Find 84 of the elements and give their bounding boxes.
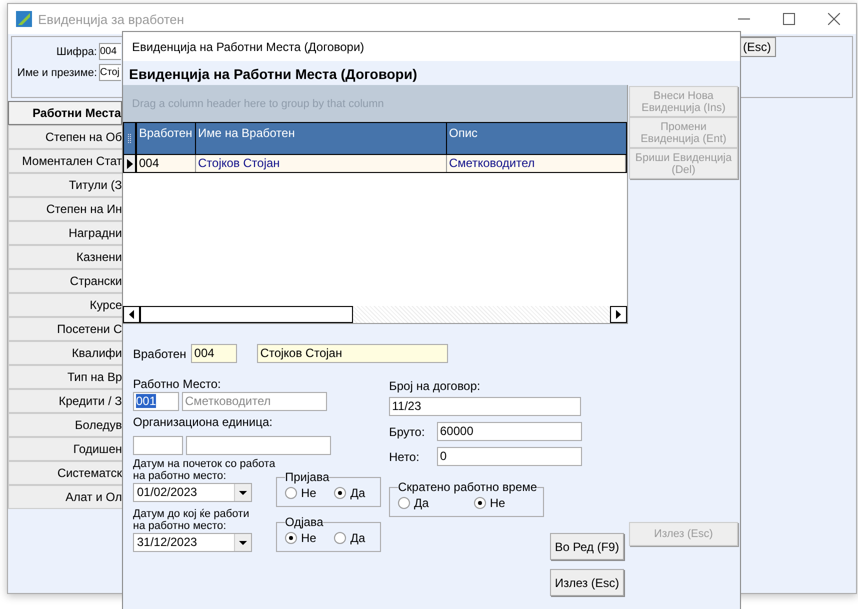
scroll-left-icon[interactable] <box>123 306 140 323</box>
sidebar-button[interactable]: Кредити / З <box>8 389 122 413</box>
radio-option[interactable]: Не <box>474 496 506 510</box>
table-cell: Стојков Стојан <box>196 155 447 172</box>
dialog-title: Евиденција на Работни Места (Договори) <box>123 32 740 61</box>
field-label: Датум на почеток со работа на работно место: <box>133 458 276 482</box>
column-header[interactable]: Вработен <box>137 123 196 154</box>
sidebar-button[interactable]: Степен на Ин <box>8 197 122 221</box>
radio-label: Не <box>301 531 316 545</box>
dialog-heading: Евиденција на Работни Места (Договори) <box>128 65 418 84</box>
sidebar-button[interactable]: Курсе <box>8 293 122 317</box>
radio-label: Да <box>350 486 366 500</box>
sidebar-button[interactable]: Систематск <box>8 461 122 485</box>
group-title: Скратено работно време <box>398 480 538 494</box>
radio-option[interactable]: Не <box>285 531 316 545</box>
radio-label: Не <box>301 486 316 500</box>
radio-label: Да <box>414 496 429 510</box>
radio-button[interactable] <box>285 487 297 499</box>
radio-button[interactable] <box>334 532 346 544</box>
input-field[interactable]: 001 <box>133 392 179 411</box>
sidebar-button[interactable]: Посетени С <box>8 317 122 341</box>
maximize-icon[interactable] <box>783 13 795 25</box>
radio-button[interactable] <box>398 497 410 509</box>
input-field[interactable]: 0 <box>437 447 582 466</box>
radio-option[interactable]: Да <box>398 496 429 510</box>
dropdown-arrow-icon <box>239 490 247 494</box>
field-label: Шифра: <box>56 46 97 58</box>
radio-option[interactable]: Да <box>334 531 366 545</box>
form-button[interactable]: Излез (Esc) <box>550 569 624 596</box>
sidebar-button[interactable]: Титули (З <box>8 173 122 197</box>
sidebar-button[interactable]: Квалифи <box>8 341 122 365</box>
current-row-icon <box>126 158 132 168</box>
date-dropdown[interactable]: 01/02/2023 <box>133 483 252 502</box>
logo-icon <box>16 11 32 27</box>
table-row[interactable]: 004 Стојков Стојан Сметководител <box>123 155 627 173</box>
input-field[interactable]: 004 <box>99 43 121 60</box>
sidebar-button[interactable]: Странски <box>8 269 122 293</box>
date-dropdown[interactable]: 31/12/2023 <box>133 533 252 552</box>
close-icon[interactable] <box>828 13 840 25</box>
input-field[interactable]: Стој <box>99 64 121 81</box>
field-label: Организациона единица: <box>133 415 274 429</box>
input-field[interactable] <box>186 436 331 455</box>
group-title: Одјава <box>285 515 324 529</box>
field-label: Нето: <box>389 450 420 464</box>
radio-button[interactable] <box>474 497 486 509</box>
field-label: Датум до кој ќе работи на работно место: <box>133 508 250 532</box>
form-button[interactable]: Во Ред (F9) <box>550 533 624 560</box>
radio-button[interactable] <box>334 487 346 499</box>
field-label: Вработен <box>133 346 186 360</box>
input-field[interactable]: 004 <box>191 344 238 363</box>
sidebar-button[interactable]: Казнени <box>8 245 122 269</box>
input-field[interactable]: 11/23 <box>389 397 581 416</box>
sidebar-button[interactable]: Моментален Стат <box>8 149 122 173</box>
field-value: 001 <box>136 394 156 408</box>
sidebar-button[interactable]: Тип на Вр <box>8 365 122 389</box>
horizontal-scrollbar[interactable] <box>123 306 627 324</box>
radio-label: Да <box>350 531 366 545</box>
table-cell: Сметководител <box>447 155 626 172</box>
input-field[interactable]: Стојков Стојан <box>257 344 448 363</box>
sidebar-button[interactable]: Алат и Ол <box>8 485 122 509</box>
column-header[interactable]: Име на Вработен <box>196 123 447 154</box>
dropdown-arrow-icon <box>239 540 247 544</box>
column-header[interactable]: Опис <box>447 123 626 154</box>
sidebar-button[interactable]: Степен на Об <box>8 125 122 149</box>
radio-option[interactable]: Не <box>285 486 316 500</box>
input-field[interactable] <box>133 436 183 455</box>
group-title: Пријава <box>285 470 330 484</box>
radio-option[interactable]: Да <box>334 486 366 500</box>
field-label: Број на договор: <box>389 379 482 393</box>
field-label: Име и презиме: <box>17 66 97 78</box>
window-title: Евиденција за вработен <box>38 12 184 26</box>
scroll-thumb[interactable] <box>140 306 353 323</box>
input-field[interactable]: 60000 <box>437 422 582 441</box>
sidebar-button[interactable]: Годишен <box>8 437 122 461</box>
field-label: Работно Место: <box>133 377 222 391</box>
radio-label: Не <box>490 496 506 510</box>
sidebar-button[interactable]: Наградни <box>8 221 122 245</box>
exit-button[interactable]: (Esc) <box>738 37 776 57</box>
radio-button[interactable] <box>285 532 297 544</box>
sidebar-button[interactable]: Работни Места <box>8 101 122 125</box>
table-cell: 004 <box>137 155 196 172</box>
sidebar-button[interactable]: Боледув <box>8 413 122 437</box>
field-label: Бруто: <box>389 424 426 438</box>
scroll-right-icon[interactable] <box>610 306 627 323</box>
